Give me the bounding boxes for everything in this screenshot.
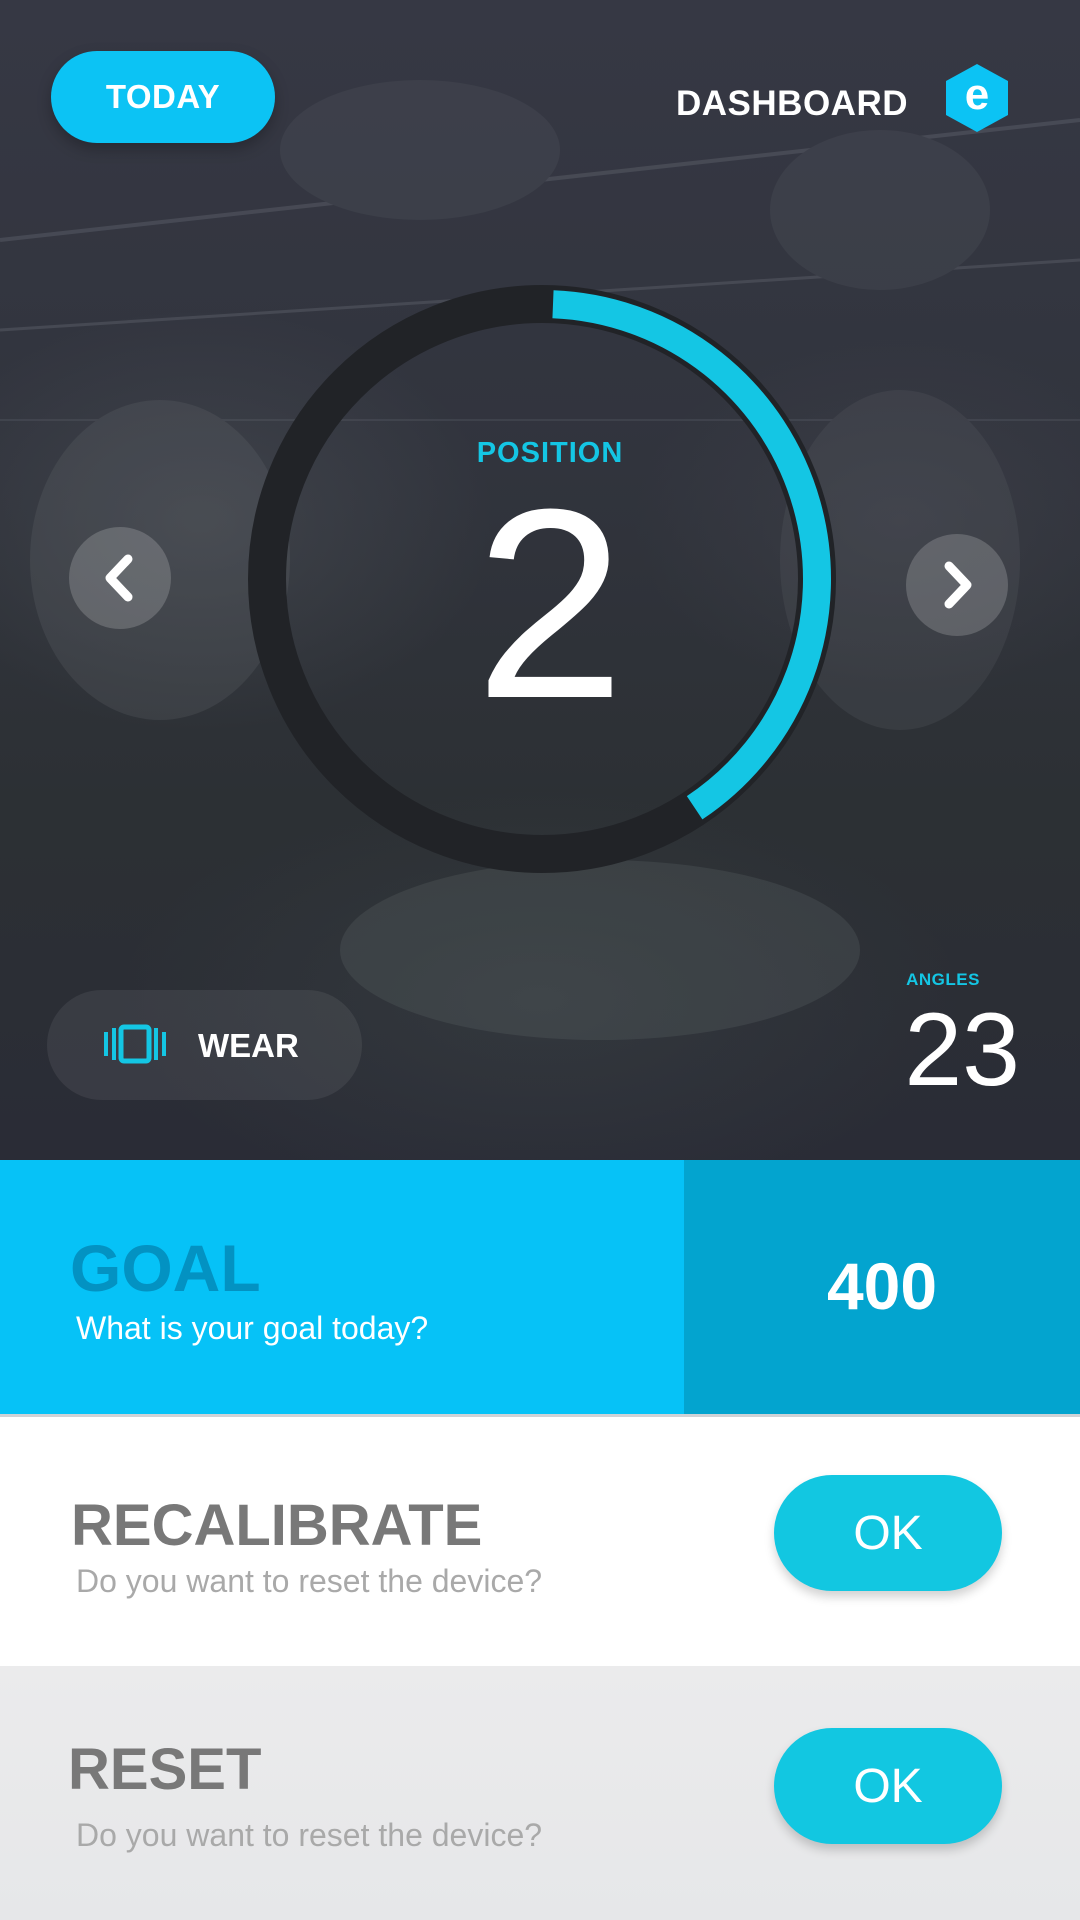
reset-title: RESET	[68, 1737, 262, 1802]
angles-label: ANGLES	[906, 970, 980, 989]
reset-subtitle: Do you want to reset the device?	[76, 1817, 543, 1853]
app-logo[interactable]: e	[944, 62, 1010, 134]
previous-button[interactable]	[69, 527, 171, 629]
page-title: DASHBOARD	[676, 84, 908, 123]
recalibrate-ok-button[interactable]: OK	[774, 1475, 1002, 1591]
wear-button[interactable]: WEAR	[47, 990, 362, 1100]
position-value: 2	[474, 454, 626, 755]
chevron-right-icon	[944, 561, 972, 609]
logo-letter: e	[964, 70, 990, 119]
vibrate-icon	[104, 1024, 166, 1064]
goal-value[interactable]: 400	[684, 1248, 1080, 1324]
recalibrate-title: RECALIBRATE	[71, 1493, 483, 1558]
next-button[interactable]	[906, 534, 1008, 636]
chevron-left-icon	[105, 554, 133, 602]
recalibrate-subtitle: Do you want to reset the device?	[76, 1563, 543, 1599]
reset-ok-button[interactable]: OK	[774, 1728, 1002, 1844]
angles-value: 23	[904, 992, 1020, 1108]
goal-title: GOAL	[70, 1231, 261, 1305]
wear-label: WEAR	[198, 1027, 299, 1064]
today-button[interactable]: TODAY	[51, 51, 275, 143]
goal-subtitle: What is your goal today?	[76, 1310, 429, 1346]
